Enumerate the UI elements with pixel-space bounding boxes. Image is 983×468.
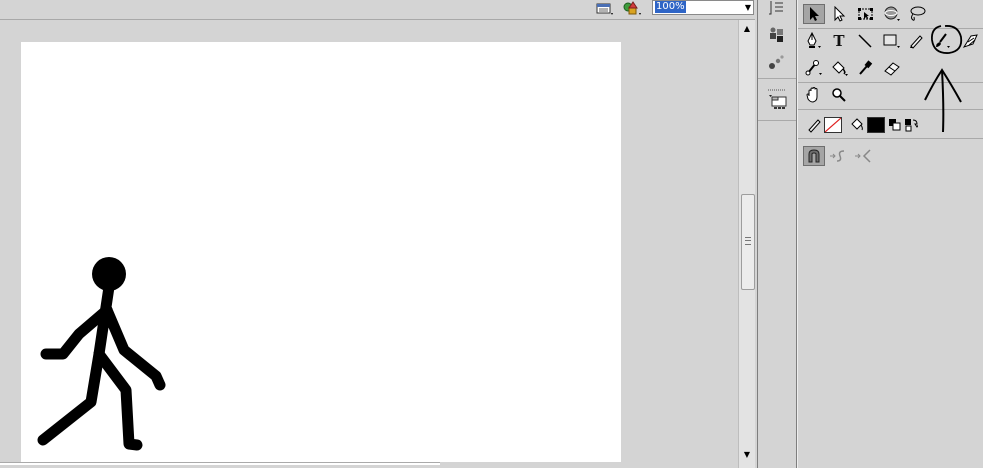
- text-tool-icon[interactable]: T: [828, 31, 850, 51]
- vertical-scrollbar[interactable]: ▲ ▼: [738, 20, 755, 468]
- zoom-select[interactable]: 100% ▼: [652, 0, 754, 15]
- scroll-down-arrow-icon[interactable]: ▼: [739, 448, 755, 462]
- edit-symbol-icon[interactable]: [622, 1, 641, 17]
- fill-color-icon[interactable]: [846, 115, 868, 135]
- paint-bucket-tool-icon[interactable]: [828, 58, 850, 78]
- zoom-value: 100%: [655, 1, 686, 13]
- swap-colors-icon[interactable]: [903, 115, 919, 135]
- snap-to-objects-icon[interactable]: [803, 146, 825, 166]
- pasteboard: [0, 20, 738, 462]
- tools-panel: T: [797, 0, 983, 468]
- motion-presets-icon[interactable]: [767, 52, 787, 72]
- deco-tool-icon[interactable]: [960, 31, 982, 51]
- eyedropper-tool-icon[interactable]: [854, 58, 876, 78]
- horizontal-scrollbar[interactable]: [0, 462, 440, 465]
- zoom-dropdown-arrow-icon[interactable]: ▼: [745, 3, 751, 12]
- components-panel-icon[interactable]: [767, 92, 787, 112]
- free-transform-tool-icon[interactable]: [855, 4, 877, 24]
- subselection-tool-icon[interactable]: [828, 4, 850, 24]
- scroll-thumb[interactable]: [741, 194, 755, 290]
- library-panel-icon[interactable]: [767, 25, 787, 45]
- bone-tool-icon[interactable]: [803, 58, 825, 78]
- stroke-color-icon[interactable]: [803, 115, 825, 135]
- fill-color-swatch[interactable]: [867, 117, 885, 133]
- black-white-icon[interactable]: [887, 115, 903, 135]
- pen-tool-icon[interactable]: [803, 31, 825, 51]
- stage-canvas[interactable]: [21, 42, 621, 462]
- collapsed-panel-dock: [757, 0, 797, 468]
- straighten-icon[interactable]: [853, 146, 875, 166]
- grip-icon: [745, 237, 751, 245]
- stick-figure-drawing: [37, 257, 166, 451]
- selection-tool-icon[interactable]: [803, 4, 825, 24]
- zoom-tool-icon[interactable]: [828, 85, 850, 105]
- smooth-icon[interactable]: [828, 146, 850, 166]
- stroke-color-swatch[interactable]: [824, 117, 842, 133]
- lasso-tool-icon[interactable]: [906, 4, 928, 24]
- edit-bar: 100% ▼: [0, 0, 755, 20]
- pencil-tool-icon[interactable]: [905, 31, 927, 51]
- edit-scene-icon[interactable]: [596, 1, 614, 17]
- line-tool-icon[interactable]: [854, 31, 876, 51]
- properties-panel-icon[interactable]: [767, 0, 787, 20]
- 3d-rotation-tool-icon[interactable]: [881, 4, 903, 24]
- eraser-tool-icon[interactable]: [881, 58, 903, 78]
- rectangle-tool-icon[interactable]: [881, 31, 903, 51]
- brush-tool-icon[interactable]: [931, 31, 953, 51]
- scroll-up-arrow-icon[interactable]: ▲: [739, 22, 755, 36]
- hand-tool-icon[interactable]: [803, 85, 825, 105]
